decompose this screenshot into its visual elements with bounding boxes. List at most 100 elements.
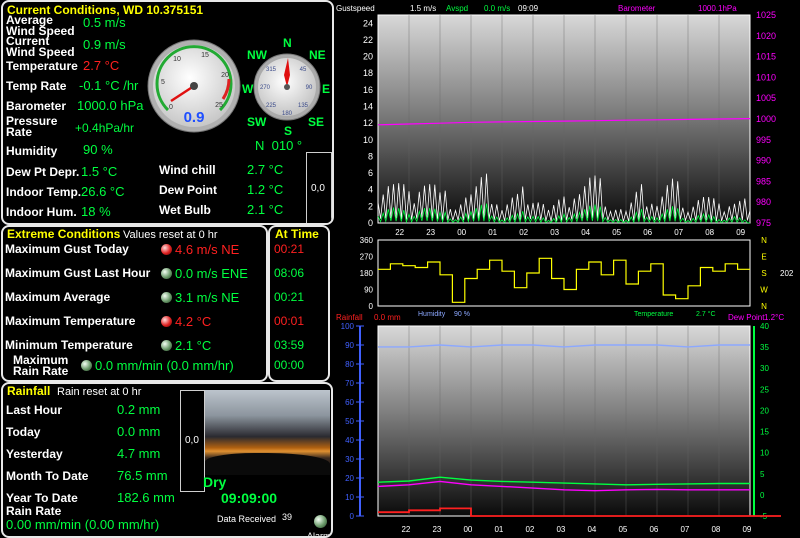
legend-gust: Gustspeed (336, 4, 375, 13)
cur-wind-label: Current Wind Speed (6, 34, 75, 59)
y-left-tick: 100 (341, 322, 355, 331)
y-right-tick: 25 (760, 385, 769, 394)
extreme-row-time: 03:59 (274, 338, 305, 352)
year-value: 182.6 mm (117, 490, 175, 505)
speed-tick: 5 (161, 79, 165, 86)
y-right-tick: N (761, 236, 767, 245)
x-tick: 23 (426, 228, 435, 237)
y-right-tick: 35 (760, 343, 769, 352)
y-right-tick: 975 (756, 218, 771, 228)
y-right-tick: 1020 (756, 31, 776, 41)
temp-rate-value: -0.1 °C /hr (79, 78, 139, 93)
y-left-tick: 360 (360, 236, 374, 245)
y-right-tick: 1000 (756, 114, 776, 124)
legend-gust-value: 1.5 m/s (410, 4, 436, 13)
indoor-hum-label: Indoor Hum. (6, 205, 77, 219)
y-left-tick: 270 (360, 253, 374, 262)
legend-baro-value: 1000.1hPa (698, 4, 737, 13)
rainfall-subtitle: Rain reset at 0 hr (57, 386, 142, 398)
compass-s: S (284, 124, 293, 138)
extreme-row-label: Minimum Temperature (5, 338, 133, 352)
x-tick: 02 (519, 228, 528, 237)
y-left-tick: 8 (368, 151, 373, 161)
extreme-row-value: 4.6 m/s NE (175, 242, 240, 257)
legend-dew-value: 1.2°C (764, 313, 784, 322)
extreme-row-led (161, 244, 172, 255)
speed-tick: 20 (221, 72, 229, 79)
extreme-conditions-panel: Extreme Conditions Values reset at 0 hr … (1, 225, 268, 382)
y-left-tick: 24 (363, 18, 373, 28)
y-right-tick: 995 (756, 135, 771, 145)
extreme-row-time: 00:21 (274, 290, 305, 304)
y-left-tick: 18 (363, 68, 373, 78)
dewpt-value: 1.5 °C (81, 164, 118, 179)
x-tick: 04 (587, 525, 596, 534)
month-label: Month To Date (6, 469, 89, 483)
extreme-row-value: 0.0 mm/min (0.0 mm/hr) (95, 358, 234, 373)
temp-rate-label: Temp Rate (6, 79, 67, 93)
x-tick: 23 (432, 525, 441, 534)
y-right-tick: W (760, 286, 768, 295)
last-hour-label: Last Hour (6, 403, 63, 417)
last-hour-value: 0.2 mm (117, 402, 161, 417)
y-right-tick: 985 (756, 176, 771, 186)
x-tick: 08 (705, 228, 714, 237)
current-small-box: 0,0 (306, 152, 332, 223)
indoor-hum-value: 18 % (81, 204, 111, 219)
x-tick: 22 (395, 228, 404, 237)
dew-point-label: Dew Point (159, 183, 218, 197)
y-left-tick: 2 (368, 201, 373, 211)
x-tick: 04 (581, 228, 590, 237)
y-right-tick: N (761, 302, 767, 311)
y-right-tick: 10 (760, 449, 769, 458)
humidity-label: Humidity (6, 144, 58, 158)
legend-dew: Dew Point (728, 313, 765, 322)
y-right-tick: S (761, 269, 766, 278)
extreme-subtitle: Values reset at 0 hr (123, 229, 218, 241)
y-left-tick: 0 (369, 302, 374, 311)
x-tick: 00 (457, 228, 466, 237)
wet-bulb-value: 2.1 °C (247, 202, 284, 217)
data-received-value: 39 (282, 512, 293, 522)
y-right-tick: 980 (756, 197, 771, 207)
y-left-tick: 90 (364, 286, 373, 295)
y-right-tick: 1005 (756, 93, 776, 103)
extreme-row-label: Maximum Rain Rate (13, 353, 69, 378)
compass-n: N (283, 36, 292, 50)
y-left-tick: 50 (345, 417, 354, 426)
y-left-tick: 0 (350, 512, 355, 521)
y-left-tick: 12 (363, 118, 373, 128)
rain-time: 09:09:00 (221, 490, 278, 506)
sky-image-tree (205, 453, 330, 475)
compass-e: E (322, 82, 331, 96)
speed-tick: 25 (215, 102, 223, 109)
y-right-tick: E (761, 253, 766, 262)
wind-speed-gauge: 0 5 10 15 20 25 0.9 (147, 39, 241, 133)
alarm-led[interactable] (314, 515, 327, 528)
wind-dir-value: N 010 ° (255, 138, 303, 153)
legend-avg: Avspd (446, 4, 468, 13)
year-label: Year To Date (6, 491, 78, 505)
y-left-tick: 22 (363, 35, 373, 45)
x-tick: 02 (525, 525, 534, 534)
y-right-tick: 15 (760, 428, 769, 437)
rain-small-box-value: 0,0 (185, 435, 199, 446)
y-left-tick: 0 (368, 218, 373, 228)
y-left-tick: 60 (345, 398, 354, 407)
compass-tick: 135 (298, 103, 309, 109)
at-time-title: At Time (275, 227, 319, 241)
y-right-tick: 1025 (756, 10, 776, 20)
baro-value: 1000.0 hPa (77, 98, 144, 113)
y-right-tick: 1010 (756, 72, 776, 82)
temp-value: 2.7 °C (83, 58, 120, 73)
pressure-rate-label: Pressure Rate (6, 114, 58, 139)
current-conditions-panel: Current Conditions, WD 10.375151 Average… (1, 0, 334, 225)
speed-tick: 10 (173, 56, 181, 63)
y-right-tick: 0 (760, 491, 765, 500)
x-tick: 07 (680, 525, 689, 534)
extreme-row-led (161, 268, 172, 279)
y-right-tick: 1015 (756, 52, 776, 62)
extreme-row-led (161, 316, 172, 327)
humidity-value: 90 % (83, 142, 113, 157)
compass-tick: 90 (306, 85, 313, 91)
